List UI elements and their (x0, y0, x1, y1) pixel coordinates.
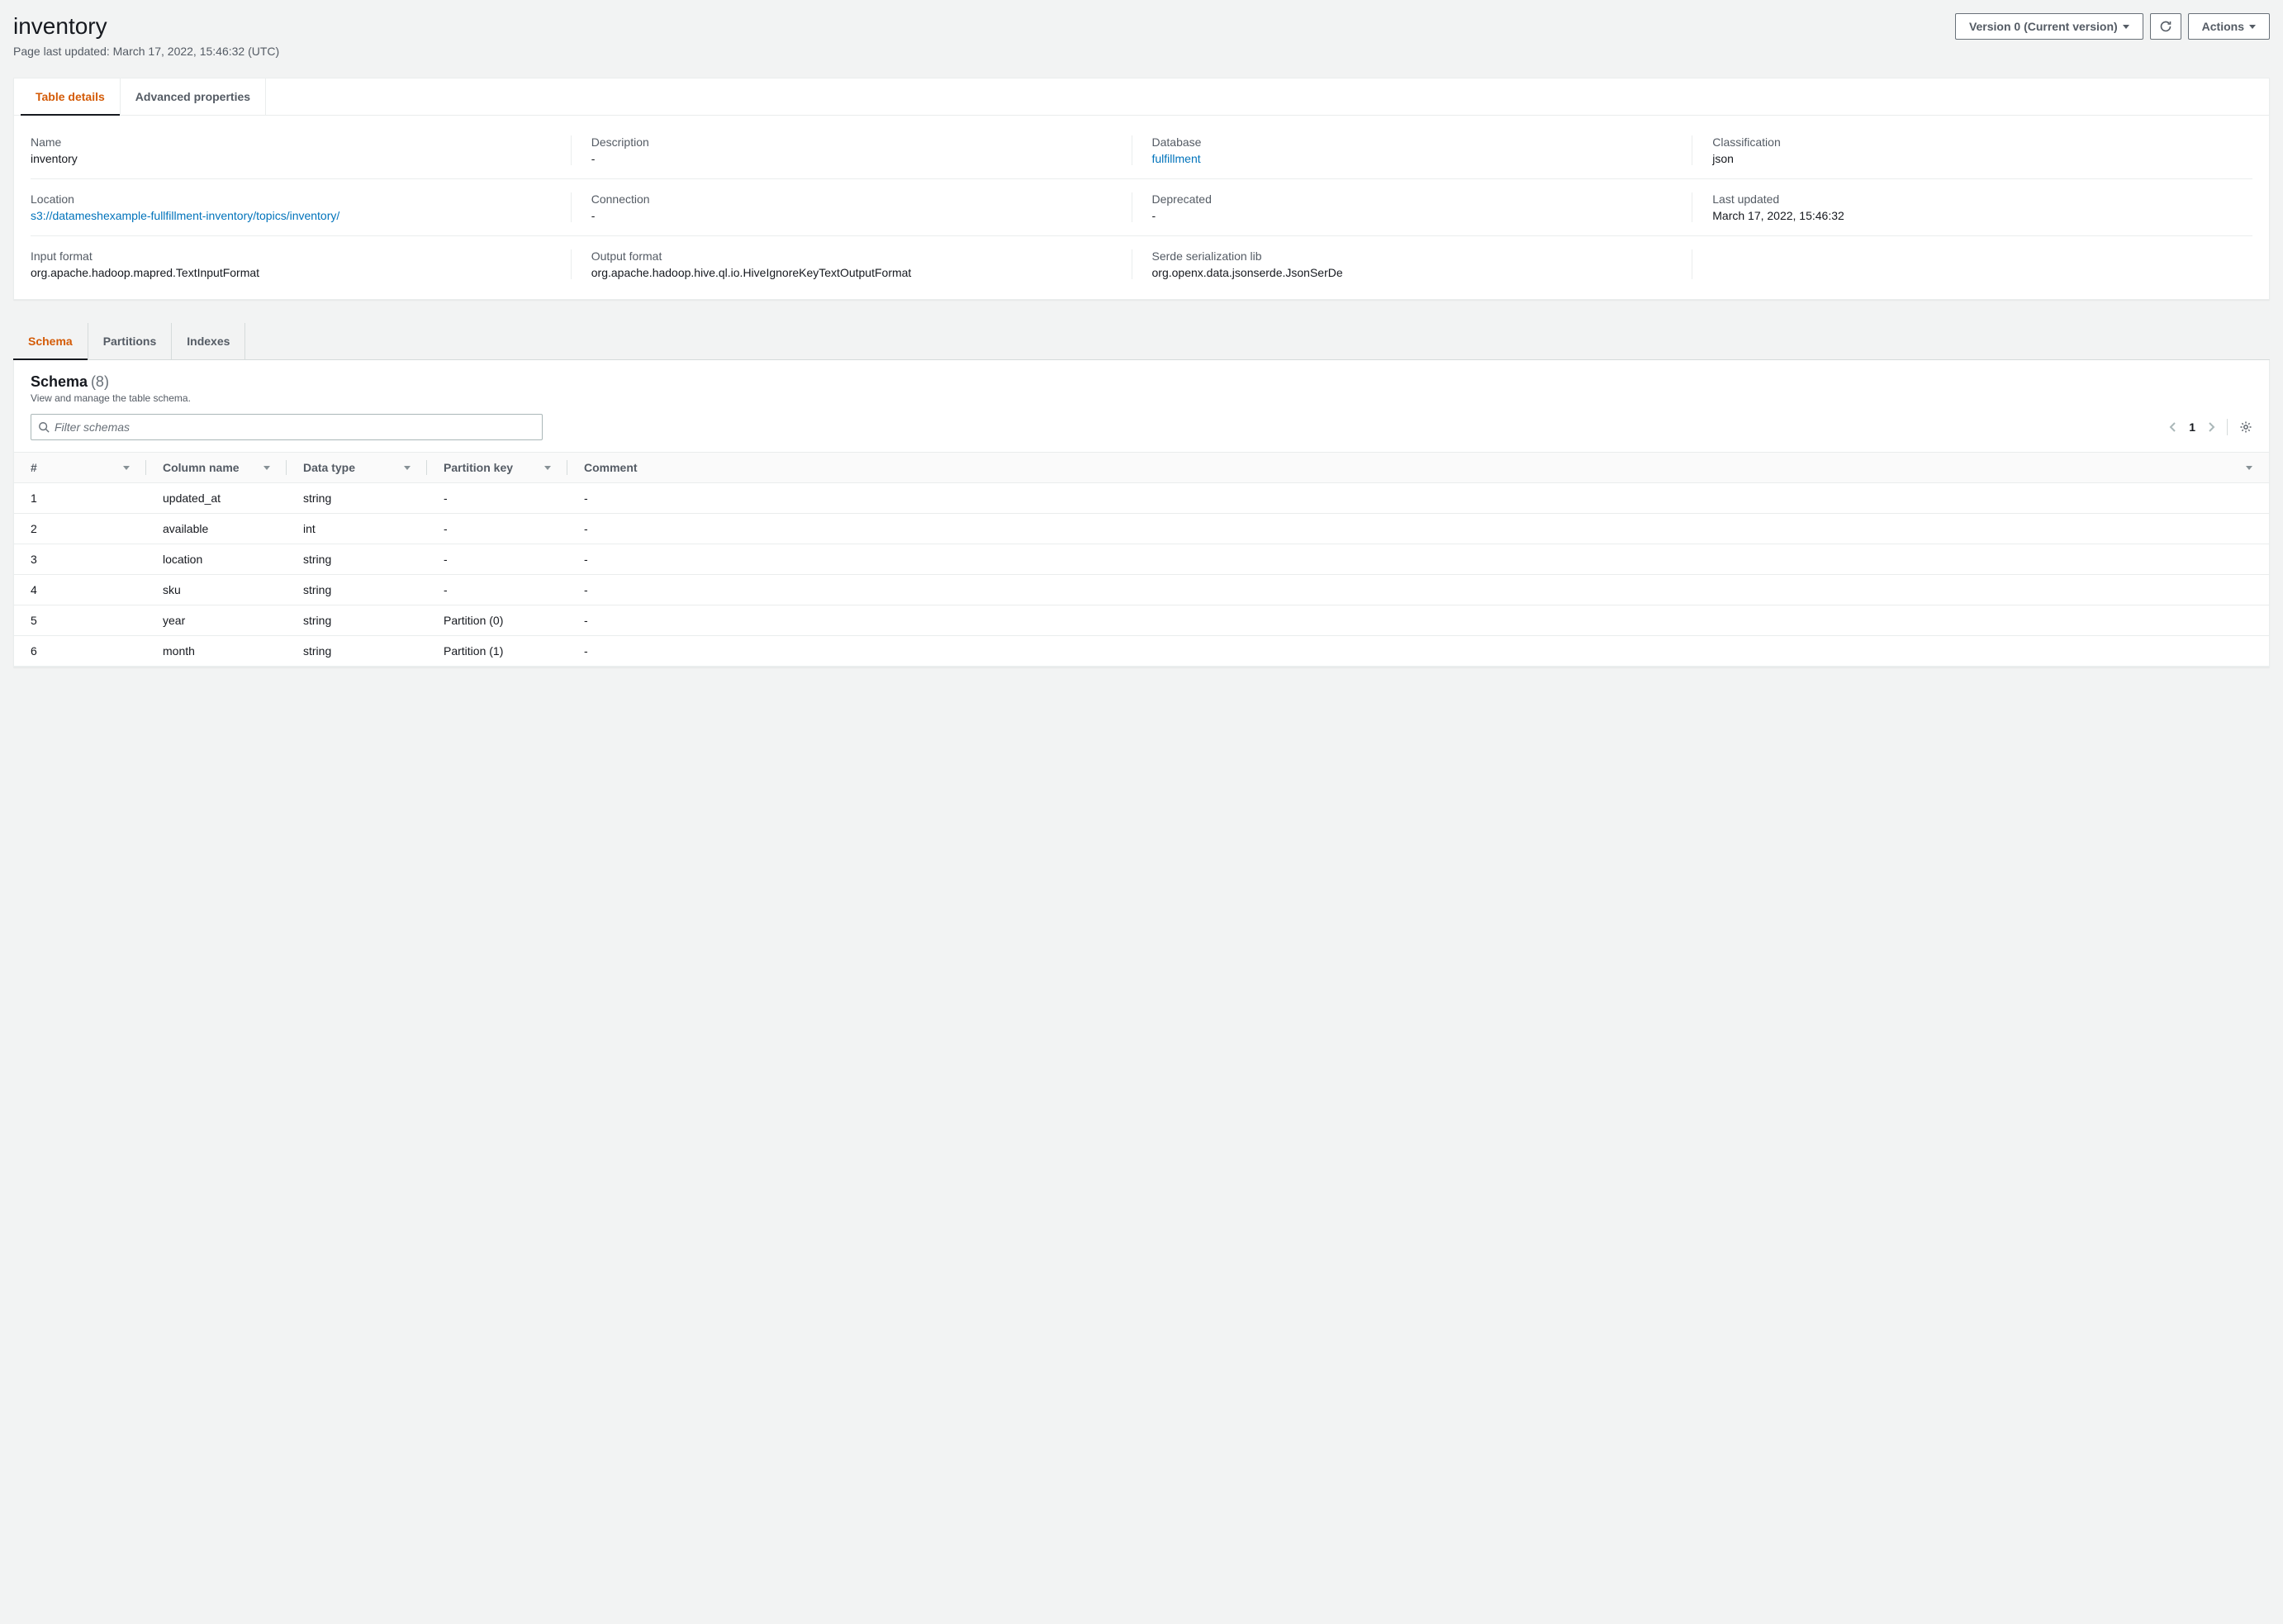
col-name[interactable]: Column name (146, 453, 287, 483)
actions-label: Actions (2202, 20, 2244, 33)
cell-name: location (146, 544, 287, 575)
pager-page: 1 (2189, 420, 2195, 434)
cell-partition: - (427, 575, 567, 605)
pager-next-icon[interactable] (2207, 421, 2215, 433)
cell-partition: Partition (0) (427, 605, 567, 636)
col-num[interactable]: # (14, 453, 146, 483)
cell-num: 3 (14, 544, 146, 575)
cell-comment: - (567, 483, 2269, 514)
deprecated-value: - (1152, 209, 1673, 222)
schema-panel: Schema (8) View and manage the table sch… (13, 360, 2270, 667)
page-title: inventory (13, 13, 279, 40)
tab-partitions[interactable]: Partitions (88, 323, 173, 359)
col-partition[interactable]: Partition key (427, 453, 567, 483)
serde-label: Serde serialization lib (1152, 249, 1673, 263)
description-value: - (591, 152, 1112, 165)
cell-comment: - (567, 605, 2269, 636)
tab-indexes[interactable]: Indexes (172, 323, 245, 359)
classification-label: Classification (1712, 135, 2233, 149)
cell-comment: - (567, 544, 2269, 575)
cell-partition: - (427, 483, 567, 514)
connection-label: Connection (591, 192, 1112, 206)
output-format-value: org.apache.hadoop.hive.ql.io.HiveIgnoreK… (591, 266, 1112, 279)
schema-table: # Column name Data type Partition key Co… (14, 452, 2269, 667)
details-panel: Table details Advanced properties Name i… (13, 78, 2270, 300)
cell-type: string (287, 605, 427, 636)
caret-down-icon (2123, 25, 2129, 29)
cell-num: 6 (14, 636, 146, 667)
output-format-label: Output format (591, 249, 1112, 263)
search-icon (38, 421, 50, 433)
schema-filter[interactable] (31, 414, 543, 440)
cell-type: string (287, 575, 427, 605)
serde-value: org.openx.data.jsonserde.JsonSerDe (1152, 266, 1673, 279)
pager-prev-icon[interactable] (2169, 421, 2177, 433)
sort-icon (2246, 466, 2252, 470)
connection-value: - (591, 209, 1112, 222)
refresh-button[interactable] (2150, 13, 2181, 40)
cell-name: year (146, 605, 287, 636)
schema-title: Schema (31, 373, 88, 390)
schema-filter-input[interactable] (55, 420, 535, 434)
sort-icon (123, 466, 130, 470)
cell-name: month (146, 636, 287, 667)
input-format-value: org.apache.hadoop.mapred.TextInputFormat (31, 266, 551, 279)
settings-icon[interactable] (2239, 420, 2252, 434)
page-subtitle: Page last updated: March 17, 2022, 15:46… (13, 45, 279, 58)
location-label: Location (31, 192, 551, 206)
cell-name: updated_at (146, 483, 287, 514)
cell-name: available (146, 514, 287, 544)
description-label: Description (591, 135, 1112, 149)
refresh-icon (2159, 20, 2172, 33)
input-format-label: Input format (31, 249, 551, 263)
cell-num: 1 (14, 483, 146, 514)
cell-type: string (287, 483, 427, 514)
cell-partition: Partition (1) (427, 636, 567, 667)
database-link[interactable]: fulfillment (1152, 152, 1673, 165)
version-dropdown[interactable]: Version 0 (Current version) (1955, 13, 2143, 40)
cell-partition: - (427, 544, 567, 575)
version-label: Version 0 (Current version) (1969, 20, 2118, 33)
cell-partition: - (427, 514, 567, 544)
location-link[interactable]: s3://datameshexample-fullfillment-invent… (31, 209, 551, 222)
cell-comment: - (567, 636, 2269, 667)
cell-comment: - (567, 575, 2269, 605)
col-comment[interactable]: Comment (567, 453, 2269, 483)
caret-down-icon (2249, 25, 2256, 29)
cell-num: 5 (14, 605, 146, 636)
cell-comment: - (567, 514, 2269, 544)
database-label: Database (1152, 135, 1673, 149)
name-value: inventory (31, 152, 551, 165)
cell-name: sku (146, 575, 287, 605)
table-row: 3locationstring-- (14, 544, 2269, 575)
tab-schema[interactable]: Schema (13, 323, 88, 359)
schema-count: (8) (91, 373, 109, 390)
schema-description: View and manage the table schema. (31, 392, 2252, 404)
sort-icon (544, 466, 551, 470)
sort-icon (263, 466, 270, 470)
cell-num: 2 (14, 514, 146, 544)
actions-dropdown[interactable]: Actions (2188, 13, 2270, 40)
cell-num: 4 (14, 575, 146, 605)
table-row: 5yearstringPartition (0)- (14, 605, 2269, 636)
name-label: Name (31, 135, 551, 149)
col-type[interactable]: Data type (287, 453, 427, 483)
table-row: 4skustring-- (14, 575, 2269, 605)
table-row: 2availableint-- (14, 514, 2269, 544)
table-row: 6monthstringPartition (1)- (14, 636, 2269, 667)
cell-type: string (287, 544, 427, 575)
cell-type: int (287, 514, 427, 544)
sort-icon (404, 466, 411, 470)
classification-value: json (1712, 152, 2233, 165)
tab-advanced-properties[interactable]: Advanced properties (121, 78, 266, 115)
table-row: 1updated_atstring-- (14, 483, 2269, 514)
last-updated-label: Last updated (1712, 192, 2233, 206)
deprecated-label: Deprecated (1152, 192, 1673, 206)
cell-type: string (287, 636, 427, 667)
tab-table-details[interactable]: Table details (21, 78, 121, 115)
last-updated-value: March 17, 2022, 15:46:32 (1712, 209, 2233, 222)
